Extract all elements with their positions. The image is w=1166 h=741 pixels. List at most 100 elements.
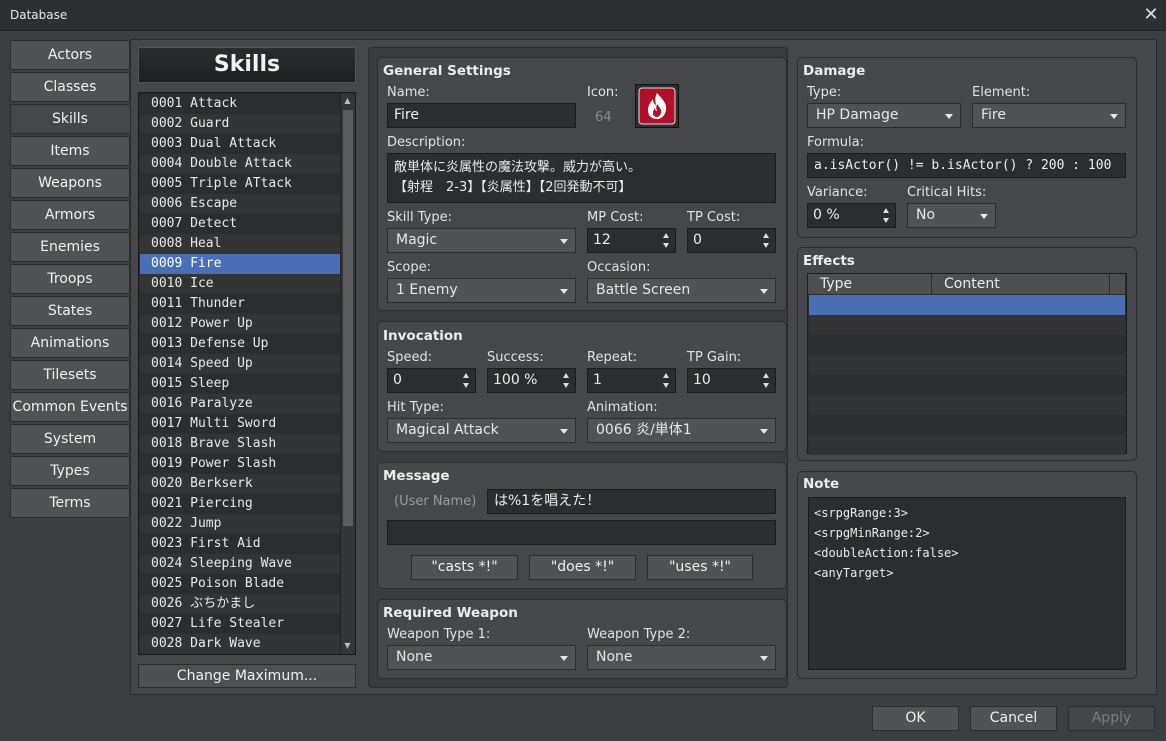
list-item[interactable]: 0027 Life Stealer: [140, 614, 341, 634]
spin-up-icon[interactable]: [883, 208, 889, 213]
message-line-2-field[interactable]: [387, 520, 776, 545]
hit-type-select[interactable]: Magical Attack: [387, 418, 576, 443]
formula-field[interactable]: a.isActor() != b.isActor() ? 200 : 100: [807, 153, 1126, 178]
nav-item-classes[interactable]: Classes: [10, 72, 130, 102]
spin-up-icon[interactable]: [763, 373, 769, 378]
uses-template-button[interactable]: "uses *!": [647, 555, 753, 580]
list-item[interactable]: 0004 Double Attack: [140, 154, 341, 174]
spin-up-icon[interactable]: [563, 373, 569, 378]
list-item[interactable]: 0015 Sleep: [140, 374, 341, 394]
effects-row[interactable]: [809, 395, 1125, 415]
nav-item-troops[interactable]: Troops: [10, 264, 130, 294]
scroll-up-icon[interactable]: ▲: [341, 94, 354, 108]
list-item[interactable]: 0016 Paralyze: [140, 394, 341, 414]
list-item[interactable]: 0026 ぶちかまし: [140, 594, 341, 614]
list-item[interactable]: 0006 Escape: [140, 194, 341, 214]
element-select[interactable]: Fire: [972, 103, 1126, 128]
critical-hits-select[interactable]: No: [907, 203, 996, 228]
list-item[interactable]: 0011 Thunder: [140, 294, 341, 314]
effects-row[interactable]: [809, 415, 1125, 435]
list-item[interactable]: 0020 Berkserk: [140, 474, 341, 494]
effects-row[interactable]: [809, 295, 1125, 315]
scope-select[interactable]: 1 Enemy: [387, 278, 576, 303]
nav-item-tilesets[interactable]: Tilesets: [10, 360, 130, 390]
list-item[interactable]: 0024 Sleeping Wave: [140, 554, 341, 574]
note-field[interactable]: <srpgRange:3> <srpgMinRange:2> <doubleAc…: [808, 497, 1126, 670]
animation-select[interactable]: 0066 炎/単体1: [587, 418, 776, 443]
does-template-button[interactable]: "does *!": [529, 555, 636, 580]
nav-item-weapons[interactable]: Weapons: [10, 168, 130, 198]
list-item[interactable]: 0019 Power Slash: [140, 454, 341, 474]
nav-item-states[interactable]: States: [10, 296, 130, 326]
speed-spinner[interactable]: 0: [387, 368, 476, 393]
list-item[interactable]: 0017 Multi Sword: [140, 414, 341, 434]
spin-down-icon[interactable]: [563, 383, 569, 388]
mp-cost-spinner[interactable]: 12: [587, 228, 676, 253]
spin-up-icon[interactable]: [663, 373, 669, 378]
tp-cost-spinner[interactable]: 0: [687, 228, 776, 253]
weapon-type-1-select[interactable]: None: [387, 645, 576, 670]
list-item[interactable]: 0002 Guard: [140, 114, 341, 134]
list-item[interactable]: 0010 Ice: [140, 274, 341, 294]
nav-item-items[interactable]: Items: [10, 136, 130, 166]
spin-down-icon[interactable]: [663, 243, 669, 248]
list-item[interactable]: 0028 Dark Wave: [140, 634, 341, 654]
spin-down-icon[interactable]: [763, 383, 769, 388]
list-item[interactable]: 0023 First Aid: [140, 534, 341, 554]
list-item[interactable]: 0013 Defense Up: [140, 334, 341, 354]
effects-col-type[interactable]: Type: [808, 274, 932, 294]
change-maximum-button[interactable]: Change Maximum...: [138, 664, 356, 688]
spin-up-icon[interactable]: [463, 373, 469, 378]
cancel-button[interactable]: Cancel: [970, 706, 1057, 731]
nav-item-skills[interactable]: Skills: [10, 104, 130, 134]
nav-item-enemies[interactable]: Enemies: [10, 232, 130, 262]
icon-picker[interactable]: [635, 84, 679, 128]
list-item[interactable]: 0014 Speed Up: [140, 354, 341, 374]
spin-down-icon[interactable]: [763, 243, 769, 248]
list-item[interactable]: 0008 Heal: [140, 234, 341, 254]
nav-item-armors[interactable]: Armors: [10, 200, 130, 230]
close-icon[interactable]: ✕: [1141, 4, 1161, 26]
list-item[interactable]: 0021 Piercing: [140, 494, 341, 514]
list-item[interactable]: 0018 Brave Slash: [140, 434, 341, 454]
list-item[interactable]: 0022 Jump: [140, 514, 341, 534]
repeat-spinner[interactable]: 1: [587, 368, 676, 393]
list-item[interactable]: 0003 Dual Attack: [140, 134, 341, 154]
variance-spinner[interactable]: 0 %: [807, 203, 896, 228]
effects-row[interactable]: [809, 335, 1125, 355]
skill-type-select[interactable]: Magic: [387, 228, 576, 253]
nav-item-actors[interactable]: Actors: [10, 40, 130, 70]
name-field[interactable]: Fire: [387, 103, 576, 128]
nav-item-terms[interactable]: Terms: [10, 488, 130, 518]
scroll-down-icon[interactable]: ▼: [341, 639, 354, 653]
spin-up-icon[interactable]: [763, 233, 769, 238]
list-item[interactable]: 0009 Fire: [140, 254, 341, 274]
effects-row[interactable]: [809, 435, 1125, 455]
apply-button[interactable]: Apply: [1068, 706, 1155, 731]
nav-item-system[interactable]: System: [10, 424, 130, 454]
description-field[interactable]: 敵単体に炎属性の魔法攻撃。威力が高い。 【射程 2-3】【炎属性】【2回発動不可…: [387, 153, 776, 203]
casts-template-button[interactable]: "casts *!": [411, 555, 518, 580]
message-line-1-field[interactable]: は%1を唱えた！: [487, 489, 776, 514]
list-item[interactable]: 0005 Triple ATtack: [140, 174, 341, 194]
occasion-select[interactable]: Battle Screen: [587, 278, 776, 303]
nav-item-types[interactable]: Types: [10, 456, 130, 486]
effects-row[interactable]: [809, 355, 1125, 375]
damage-type-select[interactable]: HP Damage: [807, 103, 961, 128]
spin-down-icon[interactable]: [663, 383, 669, 388]
effects-row[interactable]: [809, 375, 1125, 395]
spin-down-icon[interactable]: [463, 383, 469, 388]
success-spinner[interactable]: 100 %: [487, 368, 576, 393]
tp-gain-spinner[interactable]: 10: [687, 368, 776, 393]
spin-down-icon[interactable]: [883, 218, 889, 223]
effects-col-content[interactable]: Content: [932, 274, 1110, 294]
skill-list[interactable]: 0001 Attack 0002 Guard 0003 Dual Attack 000…: [138, 92, 356, 655]
list-item[interactable]: 0001 Attack: [140, 94, 341, 114]
scrollbar-thumb[interactable]: [343, 110, 353, 526]
nav-item-animations[interactable]: Animations: [10, 328, 130, 358]
list-item[interactable]: 0012 Power Up: [140, 314, 341, 334]
list-item[interactable]: 0025 Poison Blade: [140, 574, 341, 594]
ok-button[interactable]: OK: [872, 706, 959, 731]
weapon-type-2-select[interactable]: None: [587, 645, 776, 670]
list-item[interactable]: 0007 Detect: [140, 214, 341, 234]
